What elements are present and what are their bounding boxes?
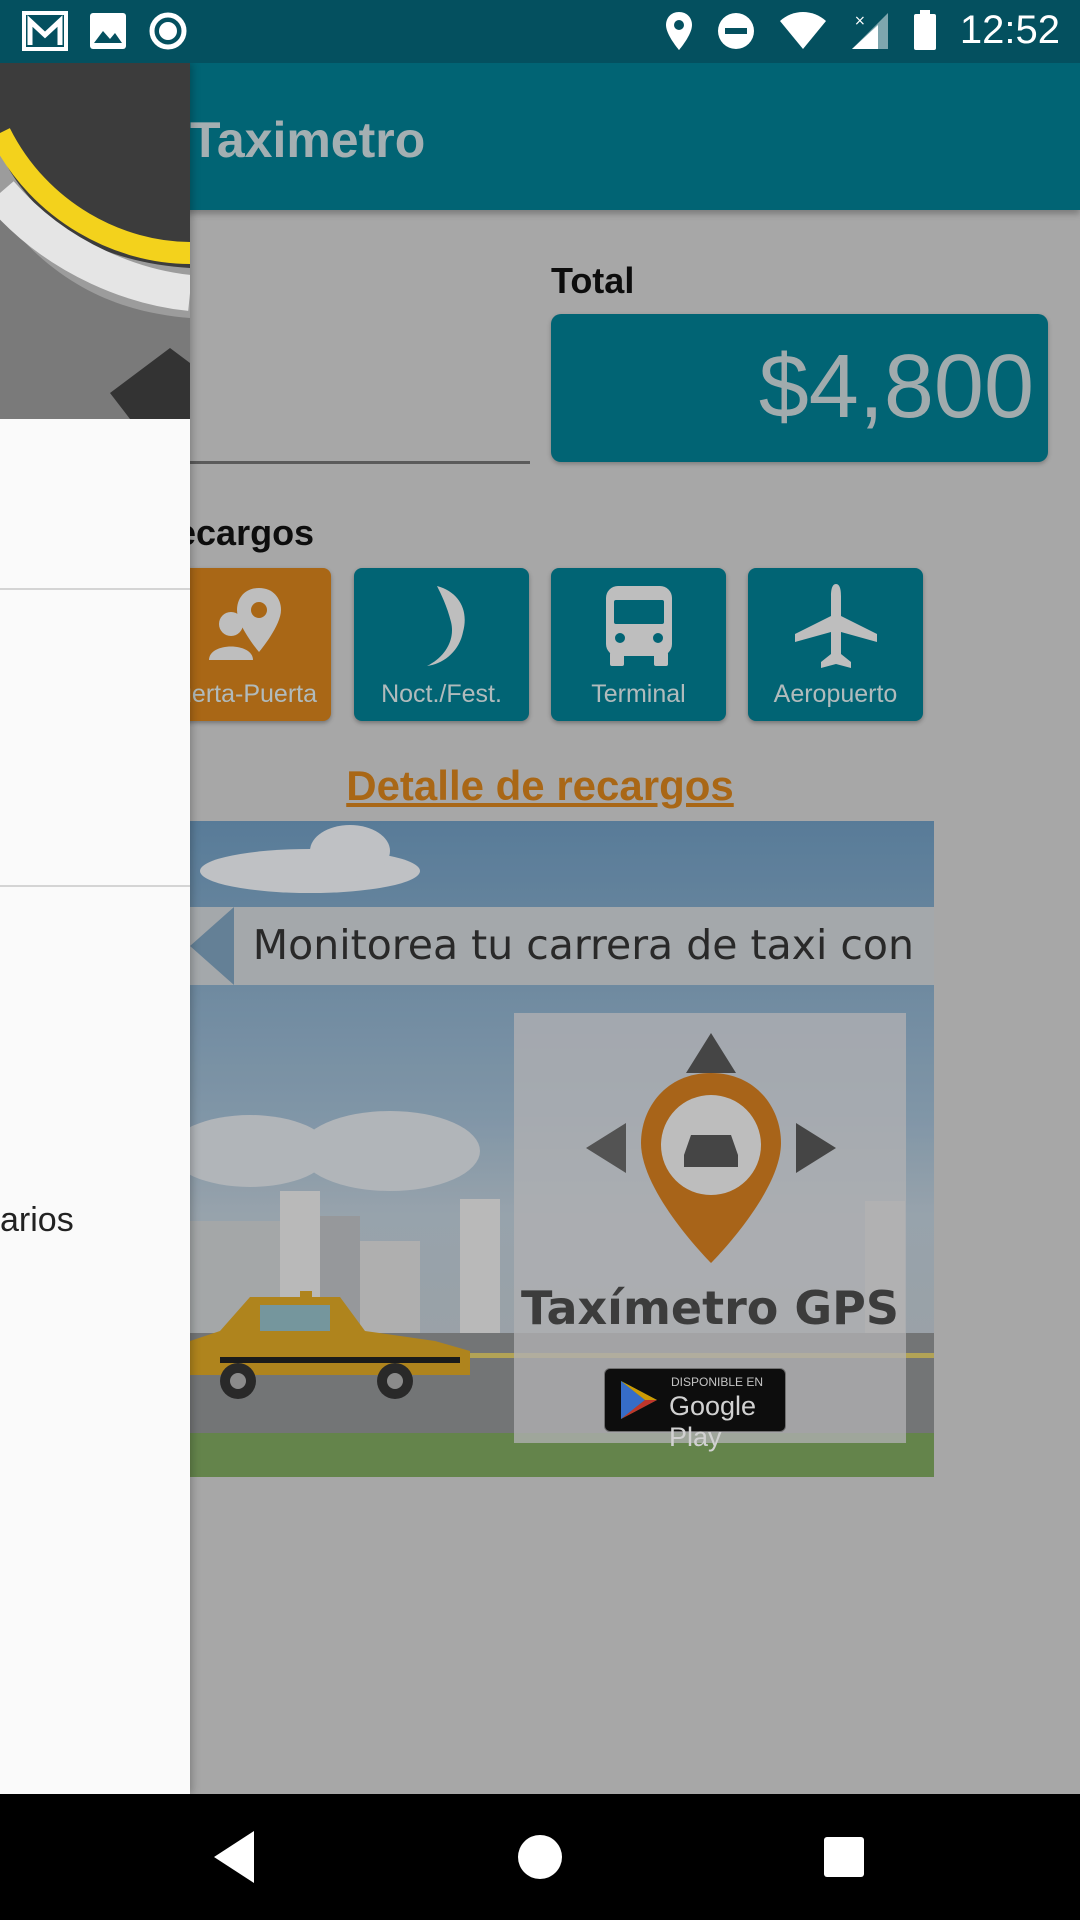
surcharge-night-holiday-button[interactable]: Noct./Fest. <box>354 568 529 721</box>
record-icon <box>149 12 187 50</box>
taxi-car-icon <box>190 1291 470 1399</box>
drawer-menu-item[interactable]: arios <box>0 1201 74 1240</box>
drawer-divider <box>0 885 190 887</box>
surcharge-label: Terminal <box>591 680 686 708</box>
location-icon <box>665 11 692 50</box>
banner-headline: Monitorea tu carrera de taxi con <box>252 921 914 969</box>
banner-brand-panel: Taxímetro GPS DISPONIBLE EN Google Play <box>514 1013 906 1452</box>
surcharge-label: Aeropuerto <box>773 680 898 708</box>
svg-text:×: × <box>854 13 866 29</box>
total-value: $4,800 <box>758 337 1034 437</box>
total-display: $4,800 <box>551 314 1048 462</box>
signal-icon: × <box>851 12 888 49</box>
clock: 12:52 <box>959 8 1060 52</box>
recents-icon[interactable] <box>814 1827 874 1887</box>
drawer-divider <box>0 588 190 590</box>
notification-icons <box>22 11 188 51</box>
back-icon[interactable] <box>206 1827 266 1887</box>
store-name: Google Play <box>669 1391 757 1452</box>
total-label: Total <box>551 260 635 301</box>
fare-input-underline[interactable] <box>190 461 530 464</box>
ad-banner[interactable]: Monitorea tu carrera de taxi con Taxímet… <box>190 821 934 1477</box>
do-not-disturb-icon <box>717 12 754 49</box>
battery-icon <box>913 9 936 50</box>
wifi-icon <box>779 11 826 49</box>
app-title: Taximetro <box>190 112 426 168</box>
store-caption: DISPONIBLE EN <box>671 1375 764 1389</box>
surcharges-title: ecargos <box>176 512 315 553</box>
system-icons: × 12:52 <box>664 8 1060 53</box>
play-store-icon <box>621 1381 657 1419</box>
gps-logo-icon <box>586 1033 836 1263</box>
status-bar: × 12:52 <box>0 0 1080 63</box>
navigation-drawer: arios <box>0 63 190 1794</box>
surcharge-label: Noct./Fest. <box>381 680 502 708</box>
banner-ribbon: Monitorea tu carrera de taxi con <box>190 907 934 985</box>
drawer-header-image <box>0 63 190 419</box>
google-play-badge[interactable]: DISPONIBLE EN Google Play <box>604 1368 786 1452</box>
surcharge-airport-button[interactable]: Aeropuerto <box>748 568 923 721</box>
gps-brand-name: Taxímetro GPS <box>521 1281 899 1335</box>
image-icon <box>90 13 126 49</box>
airplane-icon <box>748 582 923 672</box>
moon-icon <box>354 582 529 672</box>
gmail-icon <box>22 11 68 51</box>
system-navigation-bar <box>0 1794 1080 1920</box>
surcharge-terminal-button[interactable]: Terminal <box>551 568 726 721</box>
home-icon[interactable] <box>510 1827 570 1887</box>
bus-icon <box>551 582 726 672</box>
